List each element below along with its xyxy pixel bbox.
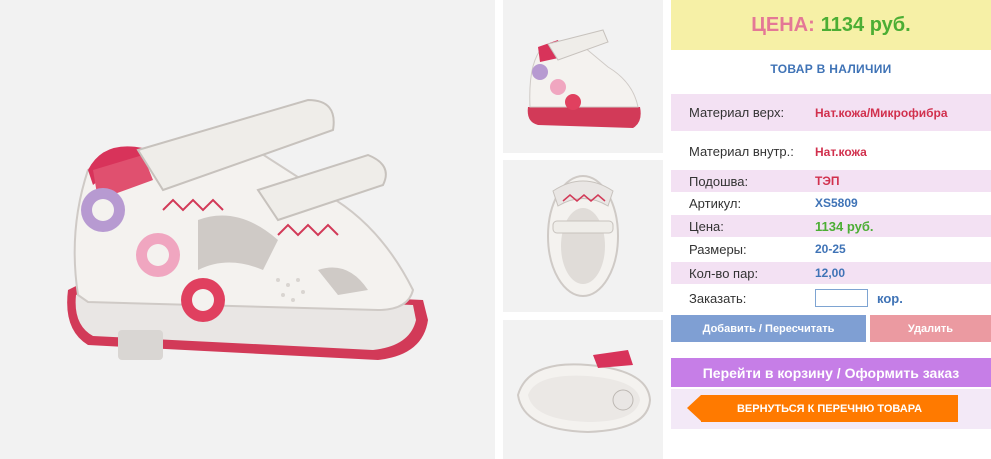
- back-button-container: ВЕРНУТЬСЯ К ПЕРЕЧНЮ ТОВАРА: [671, 389, 991, 429]
- spec-row-sizes: Размеры: 20-25: [671, 238, 991, 260]
- order-label: Заказать:: [689, 290, 747, 306]
- go-to-cart-button[interactable]: Перейти в корзину / Оформить заказ: [671, 358, 991, 387]
- back-to-list-button[interactable]: ВЕРНУТЬСЯ К ПЕРЕЧНЮ ТОВАРА: [687, 395, 958, 422]
- spec-value: 12,00: [815, 266, 846, 280]
- order-unit: кор.: [877, 290, 903, 306]
- thumbnail-top-view[interactable]: [503, 160, 663, 312]
- order-quantity-input[interactable]: [815, 289, 868, 307]
- add-recalculate-button[interactable]: Добавить / Пересчитать: [671, 315, 866, 342]
- price-banner: ЦЕНА: 1134 руб.: [671, 0, 991, 50]
- spec-row-material-upper: Материал верх: Нат.кожа/Микрофибра: [671, 94, 991, 131]
- spec-label: Цена:: [689, 218, 724, 234]
- delete-button[interactable]: Удалить: [870, 315, 991, 342]
- spec-value: XS5809: [815, 196, 858, 210]
- spec-value: 20-25: [815, 242, 846, 256]
- sandal-thumbnail-2: [547, 175, 619, 297]
- spec-row-pairs: Кол-во пар: 12,00: [671, 262, 991, 284]
- sandal-side-view-image: [66, 98, 428, 360]
- spec-value: Нат.кожа: [815, 144, 867, 159]
- spec-label: Материал внутр.:: [689, 144, 794, 159]
- product-page: ЦЕНА: 1134 руб. ТОВАР В НАЛИЧИИ Материал…: [0, 0, 991, 459]
- spec-label: Кол-во пар:: [689, 265, 759, 281]
- spec-row-price: Цена: 1134 руб.: [671, 215, 991, 237]
- thumbnail-sole-view[interactable]: [503, 320, 663, 459]
- spec-value: ТЭП: [815, 174, 840, 188]
- sandal-thumbnail-1: [527, 28, 641, 128]
- stock-status: ТОВАР В НАЛИЧИИ: [770, 62, 892, 76]
- order-row: Заказать: кор.: [671, 287, 991, 309]
- spec-row-material-inner: Материал внутр.: Нат.кожа: [671, 133, 991, 170]
- price-banner-label: ЦЕНА:: [751, 13, 815, 36]
- spec-label: Размеры:: [689, 241, 747, 257]
- product-info-panel: ЦЕНА: 1134 руб. ТОВАР В НАЛИЧИИ Материал…: [671, 0, 991, 459]
- sandal-thumbnail-3: [516, 349, 652, 433]
- spec-row-sole: Подошва: ТЭП: [671, 170, 991, 192]
- price-banner-value: 1134 руб.: [820, 13, 911, 36]
- spec-label: Подошва:: [689, 173, 749, 189]
- spec-row-article: Артикул: XS5809: [671, 192, 991, 214]
- spec-label: Артикул:: [689, 195, 742, 211]
- spec-label: Материал верх:: [689, 105, 785, 120]
- spec-value: 1134 руб.: [815, 218, 874, 234]
- thumbnail-side-view[interactable]: [503, 0, 663, 153]
- main-product-image[interactable]: [0, 0, 495, 459]
- spec-value: Нат.кожа/Микрофибра: [815, 105, 948, 120]
